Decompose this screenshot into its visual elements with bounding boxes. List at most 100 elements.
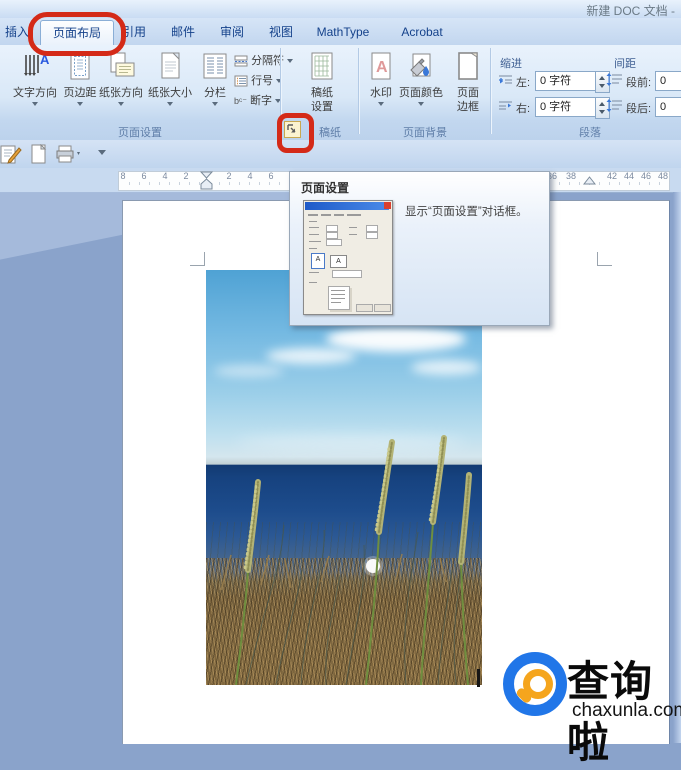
indent-right-label: 右:	[516, 103, 531, 115]
quick-access-toolbar	[0, 140, 681, 169]
chevron-down-icon	[32, 102, 38, 106]
chevron-down-icon	[167, 102, 173, 106]
page-break-icon	[234, 55, 248, 67]
spacing-before-icon	[606, 73, 622, 86]
tab-acrobat[interactable]: Acrobat	[394, 22, 450, 43]
ruler-number: 2	[226, 171, 232, 181]
spacing-before-input[interactable]: 0	[655, 71, 681, 91]
spacing-after-label: 段后:	[626, 103, 652, 115]
chevron-down-icon	[418, 102, 424, 106]
thumb-close-icon	[384, 202, 391, 209]
chevron-down-icon	[287, 59, 294, 64]
page-color-icon	[410, 53, 431, 77]
group-separator	[358, 48, 360, 134]
manuscript-setup-button[interactable]: 稿纸 设置	[300, 50, 344, 113]
indent-right-icon	[499, 101, 512, 110]
indent-left-input[interactable]: 0 字符	[535, 71, 597, 91]
document-title: 新建 DOC 文档 -	[586, 4, 675, 18]
inline-photo-beach[interactable]	[206, 270, 482, 685]
svg-text:A: A	[376, 59, 388, 76]
edit-document-icon[interactable]	[0, 144, 22, 164]
chaxunla-logo-icon	[503, 652, 567, 716]
spinner-down-icon[interactable]	[599, 84, 605, 88]
group-label-page-background: 页面背景	[403, 127, 447, 139]
spacing-after-input[interactable]: 0	[655, 97, 681, 117]
spacing-section-label: 间距	[614, 58, 636, 70]
hyphenation-button[interactable]: bᶜ⁻ 断字	[234, 92, 282, 108]
thumb-ok-button	[356, 304, 373, 312]
thumb-portrait-icon: A	[311, 253, 325, 269]
manuscript-grid-icon	[311, 52, 333, 80]
ruler-number: 4	[247, 171, 253, 181]
tab-view[interactable]: 视图	[264, 22, 298, 43]
crop-mark-top-right	[597, 252, 598, 266]
tab-review[interactable]: 审阅	[215, 22, 249, 43]
chevron-down-icon	[212, 102, 218, 106]
annotation-circle-page-layout-tab	[28, 12, 126, 56]
tooltip-body: 显示“页面设置”对话框。	[405, 206, 528, 218]
page-setup-tooltip: 页面设置 显示“页面设置”对话框。 A A	[289, 171, 550, 326]
columns-button[interactable]: 分栏	[196, 50, 234, 106]
ruler-number: 4	[162, 171, 168, 181]
watermark-domain-text: chaxunla.com	[572, 700, 681, 721]
ruler-number: 48	[657, 171, 668, 181]
margins-button[interactable]: 页边距	[58, 50, 102, 106]
crop-mark-top-left	[190, 265, 205, 266]
watermark-button[interactable]: A 水印	[362, 50, 400, 106]
line-numbers-button[interactable]: 行号	[234, 72, 283, 88]
new-document-icon[interactable]	[30, 144, 47, 164]
watermark-icon: A	[371, 52, 391, 80]
line-numbers-icon	[234, 75, 248, 87]
spacing-after-icon	[606, 99, 622, 112]
group-label-paragraph: 段落	[579, 127, 601, 139]
spinner-up-icon[interactable]	[599, 102, 605, 106]
print-icon[interactable]	[56, 145, 82, 163]
text-direction-button[interactable]: A 文字方向	[8, 50, 62, 106]
tooltip-title: 页面设置	[301, 181, 350, 195]
hyphenation-icon: bᶜ⁻	[234, 96, 247, 106]
breaks-button[interactable]: 分隔符	[234, 52, 294, 68]
ruler-number: 6	[141, 171, 147, 181]
toolbar-overflow-chevron-icon[interactable]	[98, 150, 106, 155]
thumb-title-bar	[305, 202, 389, 210]
ruler-number: 6	[268, 171, 274, 181]
indent-marker[interactable]	[200, 171, 213, 190]
indent-left-icon	[499, 75, 512, 84]
paper-size-icon	[161, 52, 180, 79]
spacing-before-label: 段前:	[626, 77, 652, 89]
ruler-number: 46	[640, 171, 651, 181]
tab-mathtype[interactable]: MathType	[312, 22, 374, 43]
ruler-number: 38	[565, 171, 576, 181]
annotation-circle-dialog-launcher	[277, 113, 314, 153]
group-label-page-setup: 页面设置	[118, 127, 162, 139]
orientation-button[interactable]: 纸张方向	[98, 50, 144, 106]
spinner-down-icon[interactable]	[599, 110, 605, 114]
tab-mailings[interactable]: 邮件	[166, 22, 200, 43]
chevron-down-icon	[77, 102, 83, 106]
ribbon: A 文字方向 页边距 纸张方向 纸张大小 分栏 分隔符 行号 bᶜ⁻ 断字 页面…	[0, 45, 681, 141]
thumb-cancel-button	[374, 304, 391, 312]
text-cursor	[477, 669, 480, 687]
ruler-number: 8	[120, 171, 126, 181]
page-setup-dialog-thumbnail: A A	[303, 200, 393, 315]
columns-icon	[203, 53, 227, 79]
indent-right-input[interactable]: 0 字符	[535, 97, 597, 117]
thumb-landscape-icon: A	[330, 255, 347, 268]
crop-mark-top-right	[597, 265, 612, 266]
paper-size-button[interactable]: 纸张大小	[146, 50, 194, 106]
grass-stalks-overlay	[220, 435, 472, 685]
group-separator	[490, 48, 492, 134]
ruler-number: 42	[606, 171, 617, 181]
ruler-number: 44	[623, 171, 634, 181]
spinner-up-icon[interactable]	[599, 76, 605, 80]
ruler-number: 2	[183, 171, 189, 181]
chevron-down-icon	[378, 102, 384, 106]
crop-mark-top-left	[204, 252, 205, 266]
page-borders-button[interactable]: 页面 边框	[446, 50, 490, 113]
right-indent-marker[interactable]	[583, 175, 596, 185]
chevron-down-icon	[118, 102, 124, 106]
page-borders-icon	[458, 52, 478, 80]
indent-section-label: 缩进	[500, 58, 522, 70]
indent-left-label: 左:	[516, 77, 531, 89]
page-color-button[interactable]: 页面颜色	[398, 50, 444, 106]
